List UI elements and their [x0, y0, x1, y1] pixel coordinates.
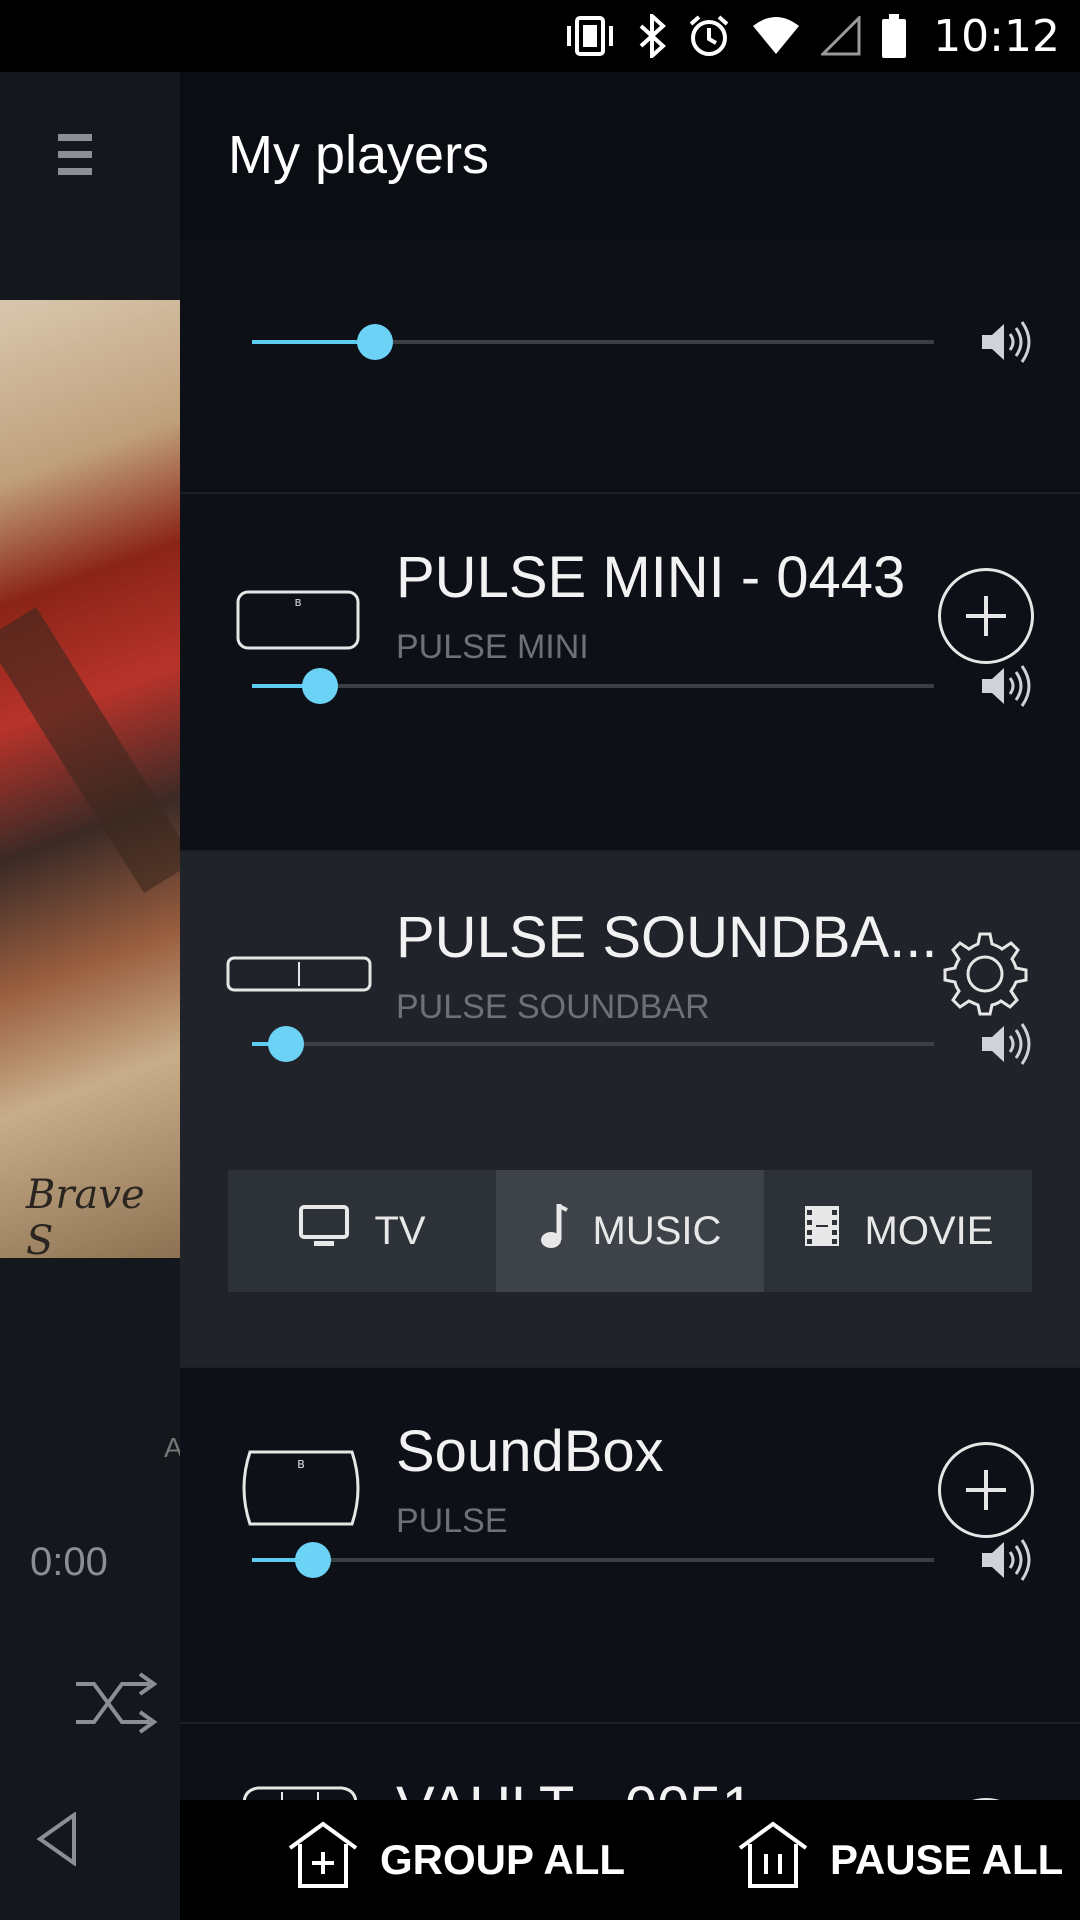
- home-add-icon: [286, 1818, 360, 1902]
- player-name: PULSE MINI - 0443: [396, 545, 906, 610]
- alarm-icon: [687, 14, 731, 58]
- volume-slider[interactable]: [252, 1540, 934, 1580]
- bluetooth-icon: [637, 14, 667, 58]
- elapsed-time: 0:00: [30, 1540, 108, 1584]
- player-row[interactable]: B SoundBox PULSE: [180, 1368, 1080, 1724]
- volume-slider-thumb[interactable]: [302, 668, 339, 704]
- cell-signal-icon: [821, 16, 861, 56]
- volume-icon[interactable]: [980, 1022, 1034, 1071]
- mode-tv-button[interactable]: TV: [228, 1170, 496, 1292]
- pause-all-label: PAUSE ALL: [830, 1836, 1064, 1883]
- pulse-device-icon: B: [236, 1448, 366, 1533]
- volume-icon[interactable]: [980, 664, 1034, 713]
- group-all-label: GROUP ALL: [380, 1836, 626, 1883]
- players-drawer: My players B PULSE MINI - 0443 PULSE MIN…: [180, 72, 1080, 1920]
- volume-slider-thumb[interactable]: [295, 1542, 332, 1578]
- wifi-icon: [751, 16, 801, 56]
- pulse-soundbar-device-icon: [226, 956, 372, 997]
- home-pause-icon: [736, 1818, 810, 1902]
- mode-music-button[interactable]: MUSIC: [496, 1170, 764, 1292]
- album-art-text: Brave S: [26, 1172, 145, 1264]
- battery-icon: [881, 14, 907, 58]
- vibrate-icon: [563, 16, 617, 56]
- shuffle-icon[interactable]: [74, 1670, 162, 1741]
- player-model: PULSE: [396, 1502, 508, 1540]
- mode-music-label: MUSIC: [592, 1208, 722, 1253]
- clock: 10:12: [933, 10, 1060, 62]
- player-name: PULSE SOUNDBA...: [396, 905, 938, 970]
- volume-slider[interactable]: [252, 666, 934, 706]
- mode-movie-label: MOVIE: [864, 1208, 994, 1253]
- player-row: [180, 240, 1080, 494]
- settings-gear-icon[interactable]: [942, 930, 1028, 1021]
- player-name: SoundBox: [396, 1419, 664, 1484]
- volume-icon[interactable]: [980, 320, 1034, 369]
- player-model: PULSE SOUNDBAR: [396, 988, 710, 1026]
- nav-back-icon[interactable]: [36, 1811, 78, 1871]
- page-title: My players: [228, 125, 490, 185]
- drawer-header: My players: [180, 72, 1080, 240]
- add-player-button[interactable]: [938, 1442, 1034, 1538]
- partial-label: A: [164, 1432, 180, 1463]
- mode-tv-label: TV: [374, 1208, 426, 1253]
- background-now-playing: Brave S A 0:00: [0, 72, 180, 1920]
- player-row[interactable]: B PULSE MINI - 0443 PULSE MINI: [180, 494, 1080, 852]
- svg-text:B: B: [295, 598, 302, 609]
- volume-icon[interactable]: [980, 1538, 1034, 1587]
- mode-movie-button[interactable]: MOVIE: [764, 1170, 1032, 1292]
- volume-slider-thumb[interactable]: [356, 324, 393, 360]
- menu-icon[interactable]: [58, 134, 92, 185]
- music-note-icon: [539, 1202, 569, 1260]
- svg-text:B: B: [297, 1458, 305, 1471]
- add-player-button[interactable]: [938, 568, 1034, 664]
- album-art: [0, 300, 180, 1258]
- volume-slider[interactable]: [252, 1024, 934, 1064]
- volume-slider[interactable]: [252, 322, 934, 362]
- pause-all-button[interactable]: PAUSE ALL: [736, 1800, 1063, 1920]
- bottom-action-bar: GROUP ALL PAUSE ALL: [180, 1800, 1080, 1920]
- film-icon: [803, 1204, 841, 1258]
- volume-slider-thumb[interactable]: [268, 1026, 305, 1062]
- status-bar: 10:12: [0, 0, 1080, 72]
- source-mode-selector: TV MUSIC MOVIE: [228, 1170, 1032, 1292]
- player-row-active[interactable]: PULSE SOUNDBA... PULSE SOUNDBAR TV MUSIC…: [180, 852, 1080, 1368]
- group-all-button[interactable]: GROUP ALL: [286, 1800, 625, 1920]
- player-model: PULSE MINI: [396, 628, 589, 666]
- tv-icon: [298, 1204, 350, 1258]
- pulse-mini-device-icon: B: [236, 590, 360, 655]
